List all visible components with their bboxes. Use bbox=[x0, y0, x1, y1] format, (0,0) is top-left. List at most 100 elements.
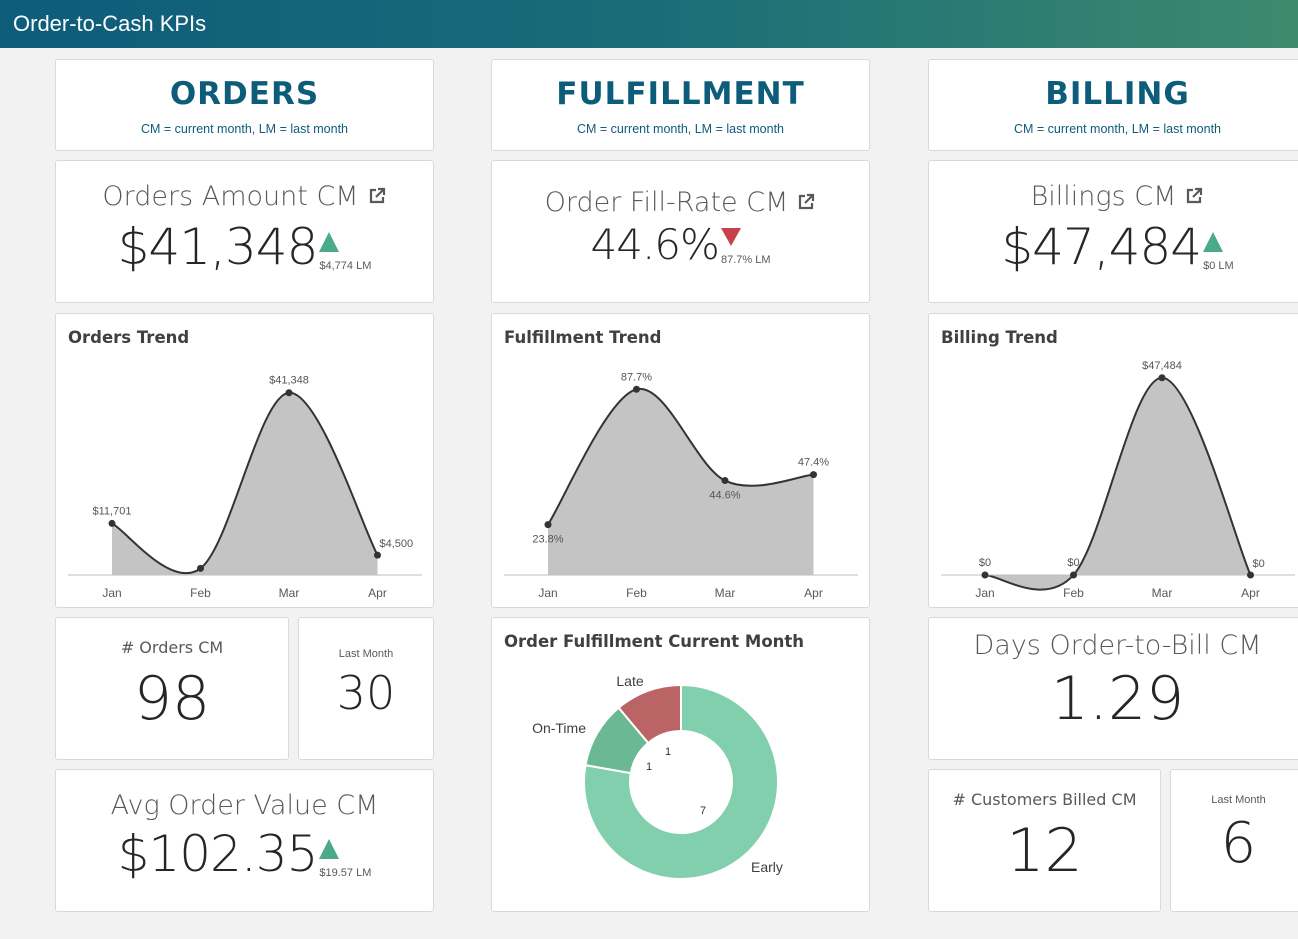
external-link-icon[interactable] bbox=[367, 186, 387, 206]
orders-amount-title: Orders Amount CM bbox=[102, 181, 359, 212]
orders-last-month-value: 30 bbox=[336, 666, 396, 720]
app-title: Order-to-Cash KPIs bbox=[13, 11, 207, 36]
billings-value: $47,484 bbox=[1001, 218, 1202, 276]
x-tick-label: Mar bbox=[715, 586, 736, 600]
trend-up-icon bbox=[319, 839, 340, 859]
billings-lm: $0 LM bbox=[1203, 260, 1234, 272]
fill-rate-comparison: 87.7% LM bbox=[720, 228, 771, 266]
customers-billed-card[interactable]: # Customers Billed CM 12 bbox=[928, 769, 1161, 912]
data-label: $47,484 bbox=[1142, 360, 1182, 372]
data-point bbox=[1158, 374, 1166, 382]
data-label: $0 bbox=[1253, 558, 1265, 570]
donut-value-label: 1 bbox=[665, 746, 671, 758]
billings-value-row: $47,484 $0 LM bbox=[929, 222, 1298, 272]
billings-title-row: Billings CM bbox=[929, 181, 1298, 212]
external-link-icon[interactable] bbox=[1184, 186, 1204, 206]
trend-down-icon bbox=[720, 228, 741, 246]
data-label: $0 bbox=[979, 557, 991, 569]
days-order-to-bill-value: 1.29 bbox=[1050, 664, 1185, 734]
fulfillment-section-header: FULFILLMENT CM = current month, LM = las… bbox=[491, 59, 870, 151]
x-tick-label: Jan bbox=[102, 586, 121, 600]
fulfillment-trend-card[interactable]: Fulfillment Trend 23.8% Jan 87.7% Feb 44.6% M… bbox=[491, 313, 870, 608]
days-order-to-bill-card[interactable]: Days Order-to-Bill CM 1.29 bbox=[928, 617, 1298, 760]
trend-up-icon bbox=[1203, 232, 1224, 252]
data-label: 87.7% bbox=[621, 371, 652, 383]
external-link-icon[interactable] bbox=[796, 192, 816, 212]
data-point bbox=[981, 571, 989, 579]
fill-rate-card[interactable]: Order Fill-Rate CM 44.6% 87.7% LM bbox=[491, 160, 870, 303]
data-point bbox=[285, 389, 293, 397]
orders-amount-value: $41,348 bbox=[117, 218, 319, 276]
avg-order-value-row: $102.35 $19.57 LM bbox=[56, 829, 433, 879]
x-tick-label: Jan bbox=[538, 586, 557, 600]
section-title-orders: ORDERS bbox=[169, 76, 320, 112]
billing-trend-chart: $0 Jan $0 Feb $47,484 Mar $0 Apr bbox=[941, 360, 1295, 600]
orders-amount-value-row: $41,348 $4,774 LM bbox=[56, 222, 433, 272]
trend-up-icon bbox=[319, 232, 340, 252]
x-tick-label: Mar bbox=[279, 586, 300, 600]
data-label: 23.8% bbox=[532, 534, 563, 546]
trend-area bbox=[548, 388, 814, 575]
fulfillment-trend-chart: 23.8% Jan 87.7% Feb 44.6% Mar 47.4% Apr bbox=[504, 371, 858, 600]
section-title-fulfillment: FULFILLMENT bbox=[556, 76, 805, 112]
data-label: 44.6% bbox=[709, 490, 740, 502]
billing-section-header: BILLING CM = current month, LM = last mo… bbox=[928, 59, 1298, 151]
order-fulfillment-donut-chart: 7 1 1 Early On-Time Late bbox=[532, 673, 783, 880]
avg-order-value-comparison: $19.57 LM bbox=[319, 839, 371, 879]
data-label: 47.4% bbox=[798, 457, 829, 469]
data-point bbox=[197, 564, 204, 572]
trend-area bbox=[985, 377, 1251, 590]
x-tick-label: Apr bbox=[804, 586, 823, 600]
customers-billed-title: # Customers Billed CM bbox=[952, 790, 1137, 809]
billings-card[interactable]: Billings CM $47,484 $0 LM bbox=[928, 160, 1298, 303]
fill-rate-lm: 87.7% LM bbox=[720, 254, 771, 266]
x-tick-label: Apr bbox=[1241, 586, 1260, 600]
donut-value-label: 7 bbox=[700, 805, 706, 817]
avg-order-value-lm: $19.57 LM bbox=[319, 867, 372, 879]
donut-category-label: Early bbox=[751, 859, 783, 875]
data-point bbox=[1070, 571, 1077, 579]
x-tick-label: Feb bbox=[1063, 586, 1084, 600]
orders-amount-card[interactable]: Orders Amount CM $41,348 $4,774 LM bbox=[55, 160, 434, 303]
donut-category-label: Late bbox=[616, 673, 643, 689]
avg-order-value-value: $102.35 bbox=[117, 825, 319, 883]
fill-rate-value-row: 44.6% 87.7% LM bbox=[492, 220, 869, 269]
trend-area bbox=[112, 392, 378, 575]
data-label: $41,348 bbox=[269, 375, 309, 387]
customers-billed-value: 12 bbox=[1006, 816, 1083, 886]
customers-last-month-title: Last Month bbox=[1211, 794, 1266, 806]
orders-section-header: ORDERS CM = current month, LM = last mon… bbox=[55, 59, 434, 151]
avg-order-value-card[interactable]: Avg Order Value CM $102.35 $19.57 LM bbox=[55, 769, 434, 912]
section-title-billing: BILLING bbox=[1045, 76, 1190, 112]
x-tick-label: Apr bbox=[368, 586, 387, 600]
orders-count-title: # Orders CM bbox=[120, 638, 224, 657]
orders-last-month-title: Last Month bbox=[338, 648, 394, 660]
orders-count-card[interactable]: # Orders CM 98 bbox=[55, 617, 289, 760]
section-subtitle-billing: CM = current month, LM = last month bbox=[1013, 122, 1222, 136]
fill-rate-title-row: Order Fill-Rate CM bbox=[492, 187, 869, 218]
orders-count-value: 98 bbox=[133, 664, 211, 734]
fill-rate-value: 44.6% bbox=[590, 220, 720, 269]
section-subtitle-fulfillment: CM = current month, LM = last month bbox=[576, 122, 785, 136]
orders-trend-card[interactable]: Orders Trend $11,701 Jan Feb $41,348 Mar $4,5… bbox=[55, 313, 434, 608]
billings-comparison: $0 LM bbox=[1203, 232, 1234, 272]
data-label: $4,500 bbox=[380, 538, 414, 550]
order-fulfillment-donut-card[interactable]: Order Fulfillment Current Month 7 1 1 Early… bbox=[491, 617, 870, 912]
data-point bbox=[633, 385, 640, 393]
customers-last-month-value: 6 bbox=[1220, 811, 1257, 876]
data-point bbox=[1247, 571, 1254, 579]
billing-trend-card[interactable]: Billing Trend $0 Jan $0 Feb $47,484 Mar $0 Apr bbox=[928, 313, 1298, 608]
orders-last-month-card[interactable]: Last Month 30 bbox=[298, 617, 434, 760]
x-tick-label: Jan bbox=[975, 586, 994, 600]
data-point bbox=[721, 477, 729, 485]
data-point bbox=[108, 519, 116, 527]
x-tick-label: Mar bbox=[1152, 586, 1173, 600]
app-header: Order-to-Cash KPIs bbox=[0, 0, 1298, 48]
data-label: $11,701 bbox=[93, 505, 132, 517]
x-tick-label: Feb bbox=[626, 586, 647, 600]
customers-last-month-card[interactable]: Last Month 6 bbox=[1170, 769, 1298, 912]
orders-amount-comparison: $4,774 LM bbox=[319, 232, 371, 272]
donut-value-label: 1 bbox=[646, 761, 652, 773]
donut-category-label: On-Time bbox=[532, 720, 586, 736]
orders-amount-title-row: Orders Amount CM bbox=[56, 181, 433, 212]
